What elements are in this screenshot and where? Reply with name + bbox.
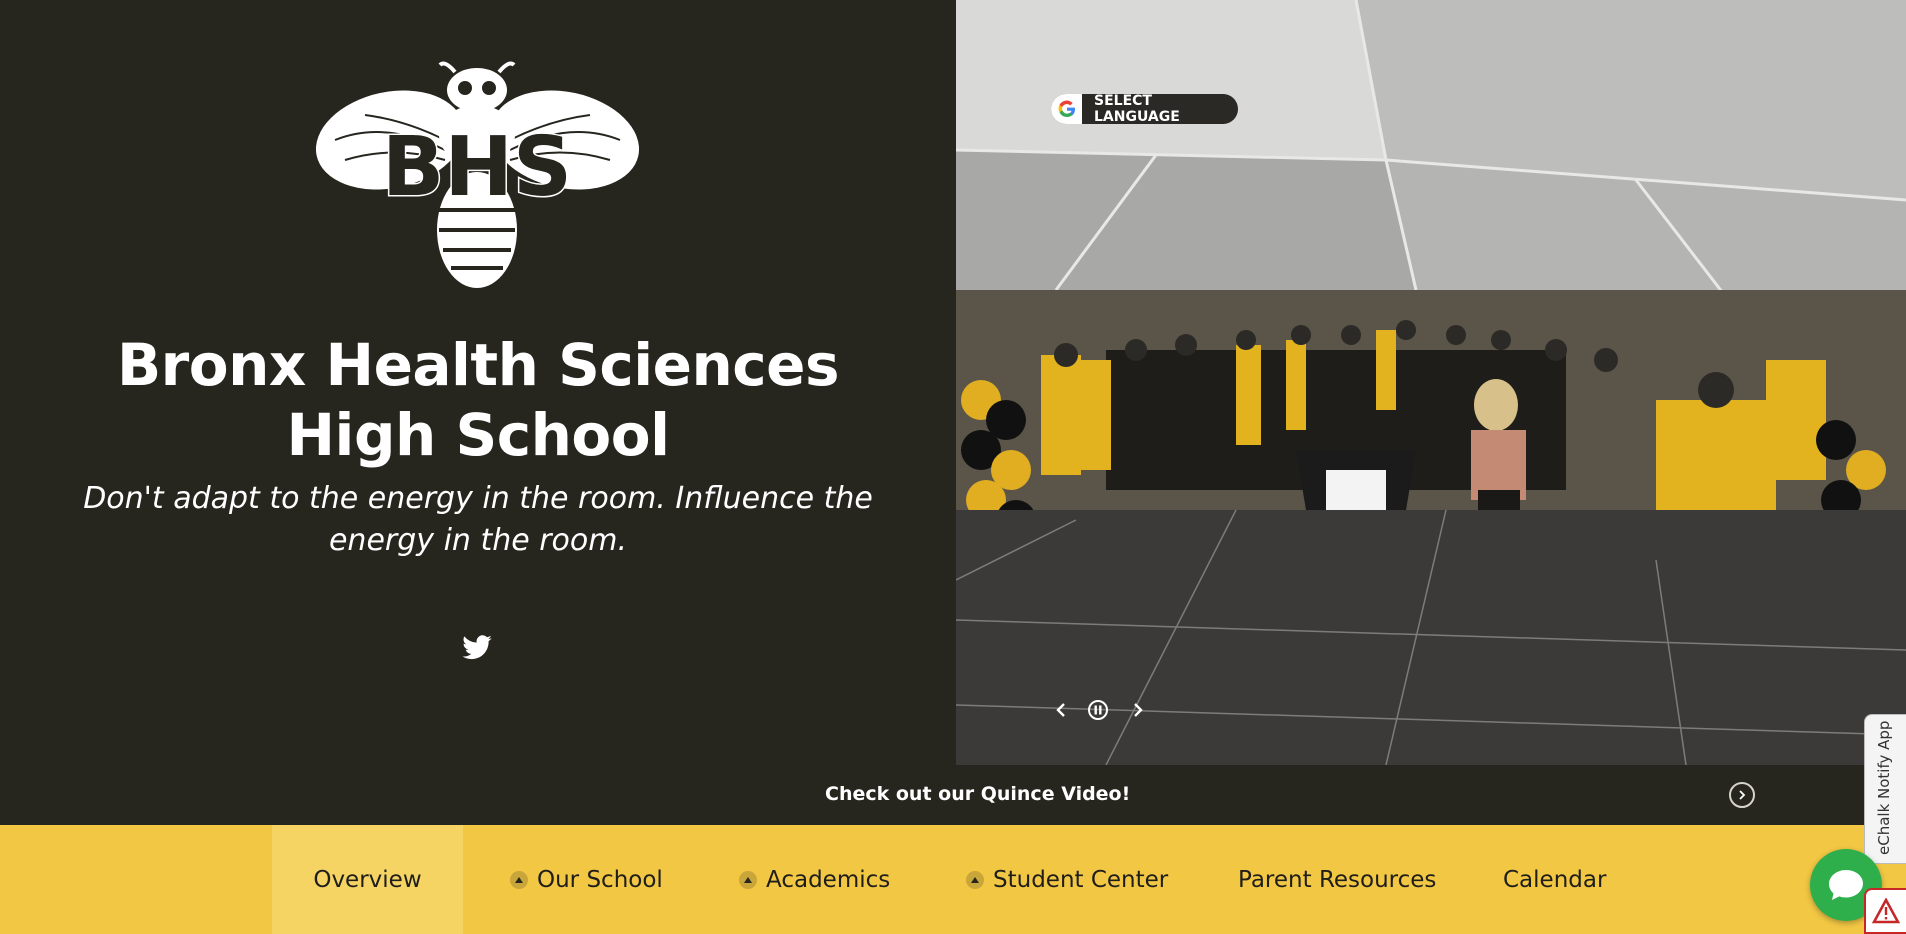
svg-text:BHS: BHS bbox=[382, 120, 572, 215]
caret-up-icon bbox=[739, 870, 757, 889]
nav-item-parent-resources[interactable]: Parent Resources bbox=[1238, 825, 1436, 934]
slider-prev-button[interactable] bbox=[1048, 697, 1074, 723]
caret-up-icon bbox=[510, 870, 528, 889]
announcement-bar: Check out our Quince Video! bbox=[0, 765, 1906, 825]
twitter-icon[interactable] bbox=[461, 632, 493, 664]
nav-item-label: Student Center bbox=[993, 866, 1169, 893]
slider-next-button[interactable] bbox=[1125, 697, 1151, 723]
school-logo[interactable]: BHS bbox=[315, 60, 640, 290]
chevron-right-icon bbox=[1739, 790, 1746, 800]
announcement-next-button[interactable] bbox=[1729, 782, 1755, 808]
echalk-notify-label: eChalk Notify App bbox=[1875, 720, 1893, 855]
select-language-button[interactable]: SELECT LANGUAGE bbox=[1051, 93, 1238, 125]
nav-item-calendar[interactable]: Calendar bbox=[1503, 825, 1606, 934]
nav-item-label: Parent Resources bbox=[1238, 866, 1437, 893]
main-navigation: Overview Our School Academics Student Ce… bbox=[0, 825, 1906, 934]
google-icon bbox=[1051, 94, 1082, 124]
chevron-left-icon bbox=[1048, 697, 1074, 723]
nav-item-overview[interactable]: Overview bbox=[272, 825, 463, 934]
nav-item-student-center[interactable]: Student Center bbox=[966, 825, 1168, 934]
nav-item-label: Academics bbox=[766, 866, 891, 893]
alert-button[interactable] bbox=[1864, 888, 1906, 934]
school-name: Bronx Health Sciences High School bbox=[116, 331, 840, 469]
echalk-notify-tab[interactable]: eChalk Notify App bbox=[1864, 714, 1906, 864]
school-tagline: Don't adapt to the energy in the room. I… bbox=[83, 481, 873, 558]
nav-item-label: Overview bbox=[313, 866, 422, 893]
pause-icon bbox=[1085, 697, 1111, 723]
alert-icon bbox=[1872, 898, 1900, 924]
caret-up-icon bbox=[966, 870, 984, 889]
hero-left-panel: BHS Bronx Health Sciences High School Do… bbox=[0, 0, 956, 765]
nav-item-label: Our School bbox=[537, 866, 663, 893]
announcement-link[interactable]: Check out our Quince Video! bbox=[825, 783, 1130, 805]
chat-icon bbox=[1829, 870, 1863, 900]
select-language-label: SELECT LANGUAGE bbox=[1094, 93, 1180, 125]
nav-item-our-school[interactable]: Our School bbox=[510, 825, 663, 934]
slider-pause-button[interactable] bbox=[1085, 697, 1111, 723]
chevron-right-icon bbox=[1125, 697, 1151, 723]
nav-item-academics[interactable]: Academics bbox=[739, 825, 890, 934]
nav-item-label: Calendar bbox=[1503, 866, 1607, 893]
